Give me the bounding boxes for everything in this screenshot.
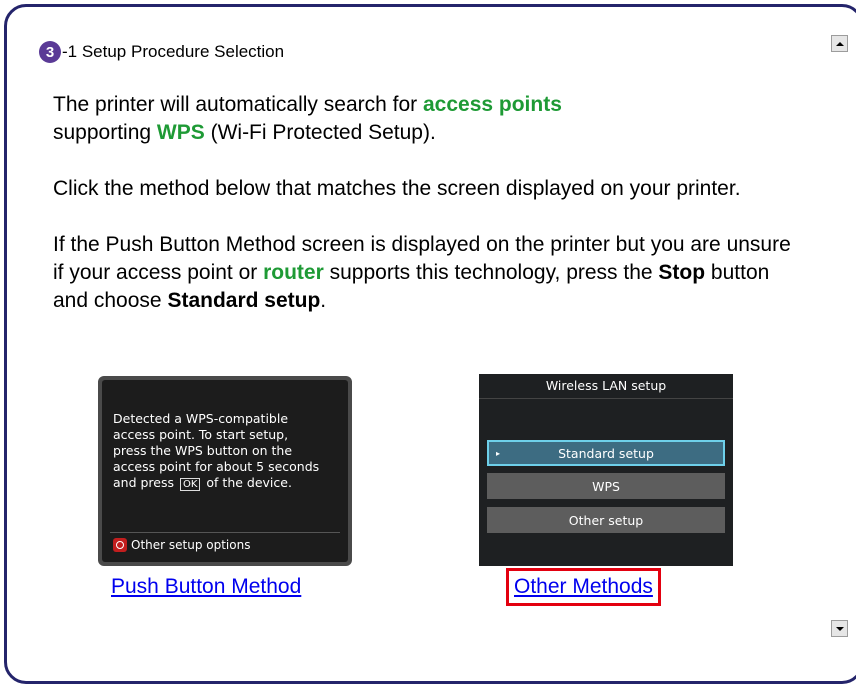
scroll-up-icon (835, 41, 844, 46)
menu-item-other-setup: Other setup (487, 507, 725, 533)
standard-setup-text: Standard setup (167, 289, 321, 312)
menu-item-wps: WPS (487, 473, 725, 499)
scroll-down-icon (835, 626, 844, 631)
msg-line: access point for about 5 seconds (113, 459, 320, 474)
stop-text: Stop (658, 261, 706, 284)
option-label: Other setup options (131, 538, 251, 552)
push-screen-message: Detected a WPS-compatible access point. … (113, 411, 319, 491)
instructions: The printer will automatically search fo… (53, 91, 793, 315)
text: supporting (53, 121, 157, 144)
menu-item-standard-setup: ▸ Standard setup (487, 440, 725, 466)
divider (110, 532, 340, 533)
highlight-access-points: access points (422, 93, 562, 116)
lan-screen-title: Wireless LAN setup (545, 378, 667, 393)
step-number-badge: 3 (39, 41, 61, 63)
text: . (320, 289, 327, 312)
text: (Wi-Fi Protected Setup). (204, 121, 436, 144)
other-setup-options: Other setup options (113, 538, 250, 552)
intro-paragraph: The printer will automatically search fo… (53, 91, 793, 147)
msg-line: of the device. (202, 475, 292, 490)
selection-arrow-icon: ▸ (496, 448, 501, 458)
text: supports this technology, press the (323, 261, 659, 284)
stop-paragraph: If the Push Button Method screen is disp… (53, 231, 793, 315)
push-button-method-link[interactable]: Push Button Method (111, 575, 301, 599)
push-button-screen-image: Detected a WPS-compatible access point. … (98, 376, 352, 566)
menu-label: Other setup (568, 512, 644, 528)
wireless-lan-screen-image: Wireless LAN setup ▸ Standard setup WPS … (479, 374, 733, 566)
ok-key-icon: OK (179, 478, 201, 491)
msg-line: access point. To start setup, (113, 427, 289, 442)
stop-icon (113, 538, 127, 552)
method-paragraph: Click the method below that matches the … (53, 177, 741, 200)
other-methods-link[interactable]: Other Methods (506, 568, 661, 606)
scroll-up-button[interactable] (831, 35, 848, 52)
msg-line: and press (113, 475, 178, 490)
highlight-wps: WPS (156, 121, 205, 144)
menu-label: WPS (592, 478, 620, 494)
highlight-router: router (263, 261, 324, 284)
text: The printer will automatically search fo… (53, 93, 423, 116)
msg-line: Detected a WPS-compatible (113, 411, 289, 426)
divider (479, 398, 733, 399)
scroll-down-button[interactable] (831, 620, 848, 637)
msg-line: press the WPS button on the (113, 443, 293, 458)
step-title: -1 Setup Procedure Selection (62, 42, 285, 61)
menu-label: Standard setup (558, 445, 654, 461)
step-header: 3 -1 Setup Procedure Selection (39, 41, 284, 63)
